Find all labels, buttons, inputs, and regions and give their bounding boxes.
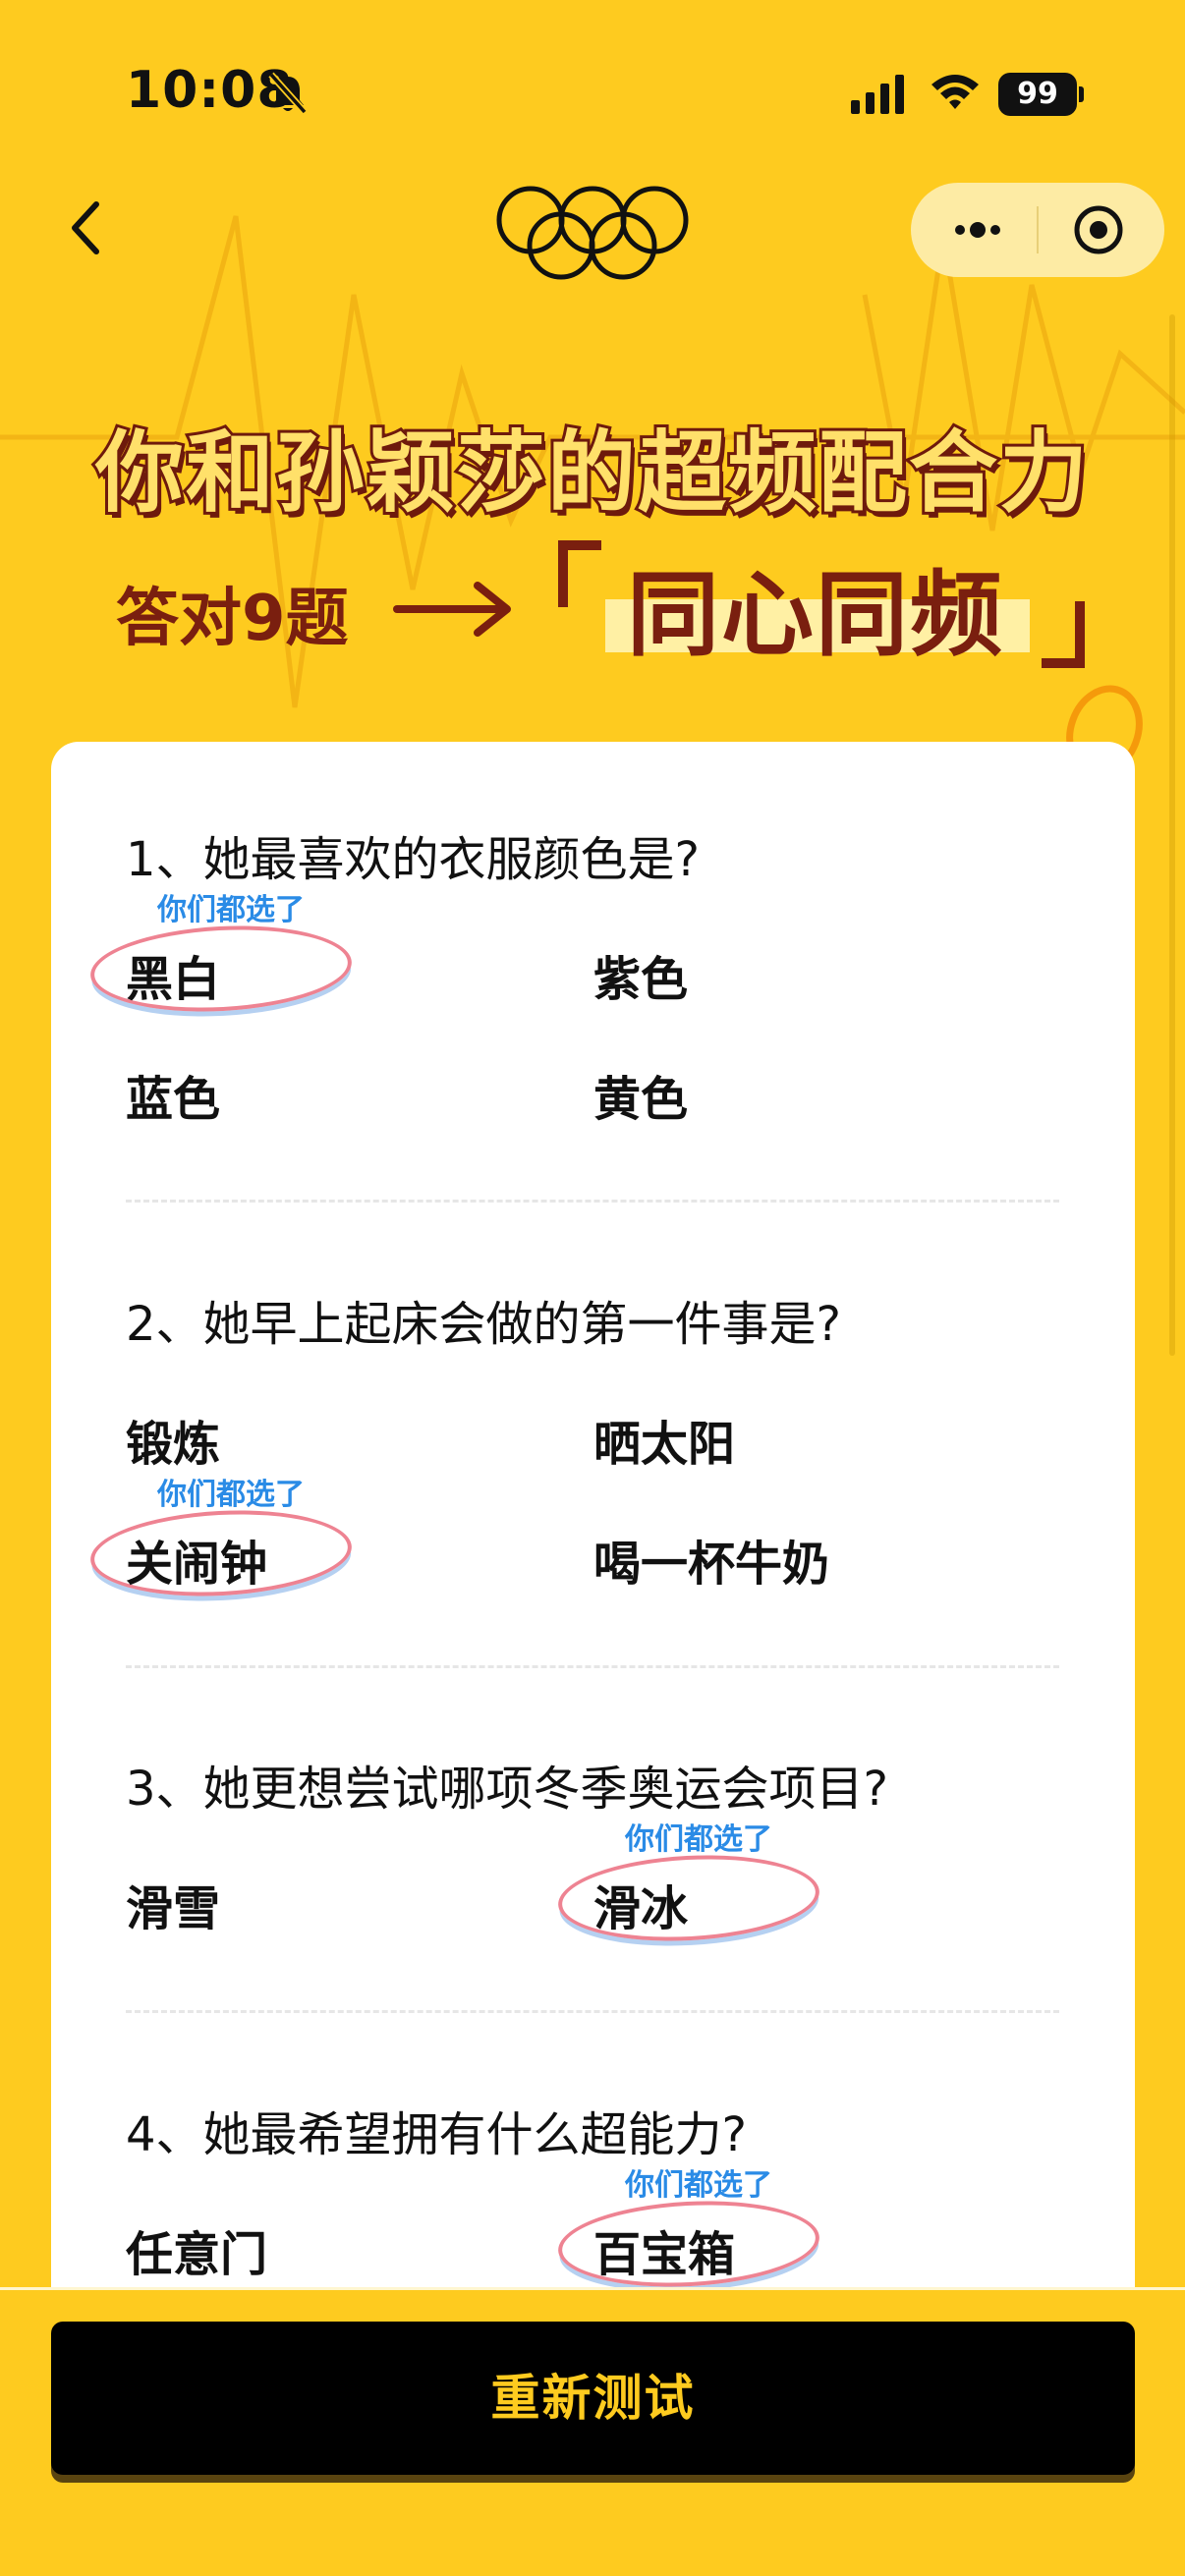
option-label: 百宝箱 — [593, 2227, 736, 2282]
question-title: 4、她最希望拥有什么超能力? — [126, 2107, 748, 2162]
option-label: 黑白 — [126, 952, 221, 1007]
option-selected: 你们都选了 百宝箱 — [555, 2168, 822, 2293]
olympic-rings-logo — [496, 186, 689, 280]
option: 晒太阳 — [593, 1405, 735, 1474]
left-bracket — [558, 540, 601, 607]
option-label: 滑雪 — [126, 1881, 221, 1936]
question-title: 3、她更想尝试哪项冬季奥运会项目? — [126, 1762, 889, 1817]
both-chose-tag: 你们都选了 — [157, 1478, 305, 1512]
result-badge: 同心同频 — [540, 531, 1091, 669]
option: 任意门 — [126, 2215, 267, 2284]
option: 紫色 — [593, 940, 688, 1009]
scrollbar[interactable] — [1169, 314, 1175, 1356]
option-selected: 你们都选了 关闹钟 — [87, 1478, 355, 1602]
miniprogram-capsule — [911, 183, 1164, 277]
bell-muted-icon — [268, 72, 308, 115]
footer-bar: 重新测试 — [0, 2287, 1185, 2576]
option: 黄色 — [593, 1060, 688, 1129]
option-label: 蓝色 — [126, 1072, 221, 1127]
option-label: 关闹钟 — [126, 1537, 268, 1592]
option-label: 锻炼 — [126, 1417, 221, 1472]
cellular-signal-icon — [851, 75, 904, 114]
question-title: 2、她早上起床会做的第一件事是? — [126, 1297, 842, 1352]
option-selected: 你们都选了 滑冰 — [555, 1822, 822, 1947]
battery-tip — [1079, 86, 1084, 102]
question-divider — [126, 1200, 1059, 1203]
option-label: 喝一杯牛奶 — [593, 1537, 830, 1592]
option-label: 紫色 — [593, 952, 689, 1007]
capsule-divider — [1037, 206, 1039, 253]
option: 蓝色 — [126, 1060, 220, 1129]
retest-button[interactable]: 重新测试 — [51, 2322, 1135, 2475]
wifi-icon — [931, 75, 979, 109]
hero-title: 你和孙颖莎的超频配合力 — [92, 419, 1091, 528]
both-chose-tag: 你们都选了 — [157, 893, 305, 927]
option-label: 晒太阳 — [593, 1417, 736, 1472]
both-chose-tag: 你们都选了 — [625, 1822, 772, 1857]
hero-score: 答对9题 — [116, 583, 349, 655]
option-label: 黄色 — [593, 1072, 689, 1127]
battery-level: 99 — [998, 73, 1077, 116]
option-selected: 你们都选了 黑白 — [87, 893, 355, 1018]
option-label: 任意门 — [126, 2227, 268, 2282]
result-text: 同心同频 — [627, 562, 1005, 669]
question-divider — [126, 1665, 1059, 1668]
question-divider — [126, 2010, 1059, 2013]
right-bracket — [1042, 601, 1085, 668]
quiz-results-card: 1、她最喜欢的衣服颜色是? 你们都选了 黑白 紫色 蓝色 黄色 2、她早上起床会… — [51, 742, 1135, 2294]
status-bar: 10:08 99 — [0, 0, 1185, 187]
question-title: 1、她最喜欢的衣服颜色是? — [126, 832, 701, 887]
option-label: 滑冰 — [593, 1881, 689, 1936]
back-chevron-icon[interactable] — [59, 189, 118, 267]
option: 喝一杯牛奶 — [593, 1525, 829, 1594]
arrow-right-icon — [393, 582, 511, 637]
more-dots-icon[interactable] — [948, 204, 1007, 255]
both-chose-tag: 你们都选了 — [625, 2168, 772, 2203]
option: 滑雪 — [126, 1870, 220, 1938]
option: 锻炼 — [126, 1405, 220, 1474]
close-target-icon[interactable] — [1071, 202, 1126, 257]
